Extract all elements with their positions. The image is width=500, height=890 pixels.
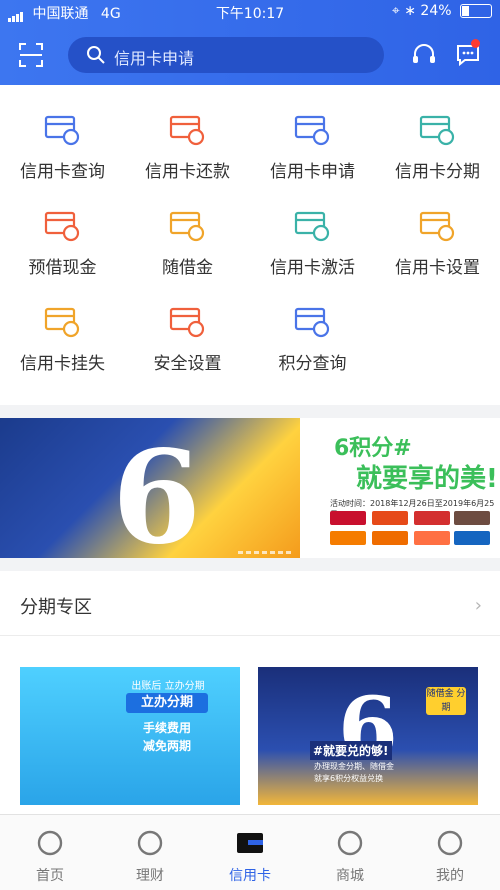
grid-item-label: 信用卡设置 [395,258,480,278]
promo-banner[interactable]: 6 6积分# 就要享的美! 活动时间：2018年12月26日至2019年6月25… [0,418,500,558]
grid-item-5[interactable]: 预借现金 [0,181,125,278]
tab-4[interactable]: 商城 [300,815,400,890]
grid-item-label: 安全设置 [153,354,222,374]
partner-logos [330,511,490,549]
points-search-icon [294,307,330,338]
grid-item-3[interactable]: 信用卡申请 [250,85,375,182]
card-lost-icon [44,307,80,338]
status-bar: 中国联通 4G 下午10:17 ⌖ ∗ 24% [0,0,500,24]
battery-percent: 24% [420,3,452,19]
location-icon: ⌖ [391,3,400,19]
function-grid: 信用卡查询 信用卡还款 信用卡申请 信用卡分期预借现金 随借金 信用卡激活 信用卡设置信用卡… [0,85,500,405]
tab-label: 理财 [136,868,164,884]
banner-headline-2: 就要享的美! [356,464,498,494]
scan-icon[interactable] [18,42,44,68]
grid-item-label: 信用卡激活 [270,258,355,278]
card-settings-icon [419,211,455,242]
banner-pager [238,539,300,558]
grid-item-label: 随借金 [162,258,213,278]
customer-service-icon[interactable] [411,42,437,68]
mall-icon [337,830,363,856]
card-search-icon [44,115,80,146]
section-title: 分期专区 [20,597,92,618]
grid-item-label: 信用卡挂失 [20,354,105,374]
credit-card-icon [237,833,263,853]
cash-advance-icon [44,211,80,242]
notification-dot [471,39,480,48]
tab-label: 信用卡 [229,868,271,884]
bottom-tab-bar: 首页 理财 信用卡 商城 我的 [0,814,500,890]
banner-illustration: 6 [0,418,300,558]
grid-item-label: 信用卡分期 [395,162,480,182]
divider [0,635,500,636]
chevron-right-icon[interactable]: › [475,595,482,616]
grid-item-10[interactable]: 安全设置 [125,277,250,374]
card-activate-icon [294,211,330,242]
card-apply-icon [294,115,330,146]
grid-item-label: 信用卡查询 [20,162,105,182]
bluetooth-icon: ∗ [404,3,416,19]
grid-item-8[interactable]: 信用卡设置 [375,181,500,278]
tab-label: 我的 [436,868,464,884]
grid-item-6[interactable]: 随借金 [125,181,250,278]
card-installment-icon [419,115,455,146]
grid-item-label: 积分查询 [278,354,347,374]
installment-card-2[interactable]: 6 随借金 分期 #就要兑的够! 办理现金分期、随借金 就享6积分权益兑换 [258,667,478,805]
tab-3[interactable]: 信用卡 [200,815,300,890]
tab-label: 首页 [36,868,64,884]
grid-item-4[interactable]: 信用卡分期 [375,85,500,182]
card-tag: 随借金 分期 [426,687,466,715]
tab-2[interactable]: 理财 [100,815,200,890]
security-icon [169,307,205,338]
battery-icon [460,4,492,18]
tab-5[interactable]: 我的 [400,815,500,890]
tab-label: 商城 [336,868,364,884]
grid-item-label: 预借现金 [28,258,97,278]
tab-1[interactable]: 首页 [0,815,100,890]
loan-icon [169,211,205,242]
profile-icon [437,830,463,856]
card-repay-icon [169,115,205,146]
grid-item-11[interactable]: 积分查询 [250,277,375,374]
search-icon [87,46,105,64]
grid-item-9[interactable]: 信用卡挂失 [0,277,125,374]
home-icon [37,830,63,856]
grid-item-label: 信用卡申请 [270,162,355,182]
wealth-icon [137,830,163,856]
grid-item-1[interactable]: 信用卡查询 [0,85,125,182]
search-bar[interactable]: 信用卡申请 [68,37,384,73]
grid-item-label: 信用卡还款 [145,162,230,182]
header-bar: 信用卡申请 [0,24,500,85]
search-placeholder: 信用卡申请 [114,49,195,68]
grid-item-7[interactable]: 信用卡激活 [250,181,375,278]
grid-item-2[interactable]: 信用卡还款 [125,85,250,182]
installment-card-1[interactable]: 出账后 立办分期 立办分期 手续费用 减免两期 [20,667,240,805]
